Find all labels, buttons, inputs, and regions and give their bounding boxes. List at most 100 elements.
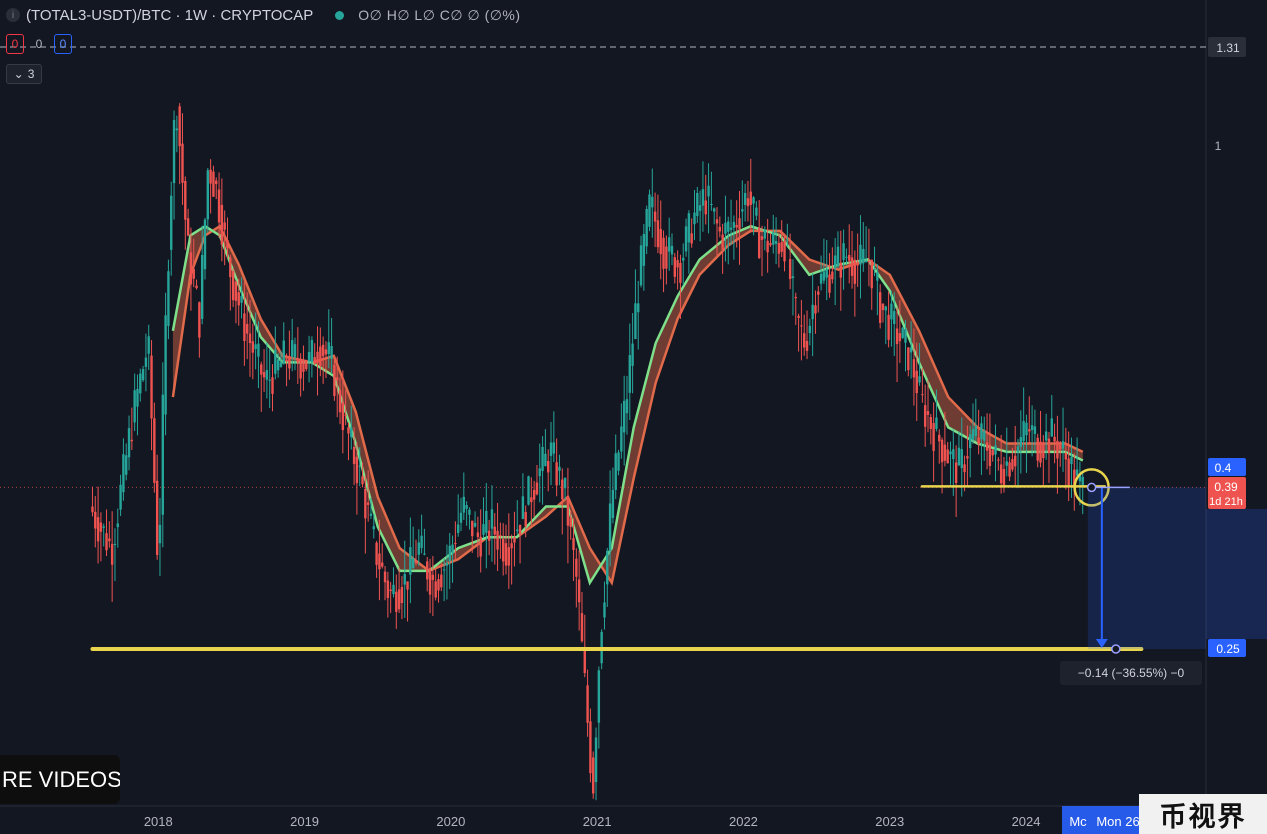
watermark-text: 币视界 [1159, 801, 1247, 833]
candle-body [305, 360, 308, 370]
candle-body [772, 232, 775, 245]
candle-body [676, 260, 679, 268]
candle-body [268, 379, 271, 381]
more-videos-button[interactable]: RE VIDEOS [0, 755, 120, 804]
candle-body [538, 468, 541, 477]
candle-body [127, 428, 131, 458]
candle-body [186, 218, 190, 236]
indicator-count: 3 [27, 67, 35, 81]
candle-body [507, 547, 511, 566]
candle-body [473, 522, 477, 527]
candle-body [510, 543, 513, 549]
candle-body [293, 344, 297, 358]
candle-body [949, 451, 952, 455]
buy-button[interactable]: 0 [54, 34, 72, 54]
candle-body [760, 236, 764, 240]
watermark-logo: 币视界 [1139, 794, 1267, 834]
candle-body [862, 248, 865, 264]
price-label: 0.25 [1216, 642, 1240, 656]
candle-body [878, 292, 882, 323]
candle-body [1022, 421, 1025, 442]
candle-body [938, 434, 941, 442]
candle-body [479, 536, 482, 557]
candle-body [822, 271, 826, 281]
candle-body [251, 341, 255, 353]
candle-body [732, 222, 736, 228]
candle-body [704, 200, 707, 215]
candle-body [136, 388, 139, 407]
candle-body [561, 479, 564, 500]
candle-body [721, 234, 724, 250]
candle-body [96, 517, 100, 542]
candle-body [178, 106, 181, 147]
candle-body [718, 226, 722, 232]
candle-body [980, 423, 983, 440]
candle-body [786, 239, 789, 241]
candle-body [144, 357, 148, 367]
candle-body [338, 389, 342, 413]
candle-body [1033, 426, 1037, 434]
candle-body [547, 460, 550, 473]
price-axis[interactable]: 1.31 1 0.4 0.39 1d 21h 0.25 [1206, 37, 1267, 657]
candle-body [698, 205, 702, 211]
candle-body [997, 459, 1000, 461]
candle-body [108, 538, 111, 542]
candle-body [442, 569, 446, 571]
candle-body [192, 268, 195, 279]
candle-body [200, 255, 204, 319]
candle-body [974, 425, 978, 437]
candle-body [929, 417, 933, 429]
candle-body [701, 189, 705, 206]
candle-body [113, 544, 117, 546]
candle-body [870, 259, 873, 289]
candle-body [1011, 459, 1014, 470]
candle-body [836, 246, 840, 266]
candle-body [513, 537, 516, 543]
candle-body [110, 543, 114, 565]
candle-body [462, 496, 466, 513]
candle-body [189, 252, 193, 285]
candle-body [426, 561, 429, 580]
price-chart[interactable]: −0.14 (−36.55%) −0 1.31 1 0.4 0.39 1d 21h 0.2… [0, 0, 1267, 834]
candle-body [220, 204, 224, 245]
candle-body [586, 685, 589, 723]
candle-body [203, 219, 207, 270]
candle-body [243, 313, 246, 341]
candle-body [369, 513, 373, 516]
candle-body [344, 414, 347, 416]
candle-body [321, 344, 325, 357]
candle-body [549, 442, 553, 456]
candle-body [828, 274, 831, 293]
candle-body [831, 271, 834, 280]
candle-body [440, 574, 443, 588]
candle-body [400, 586, 404, 604]
time-axis-label: 2023 [875, 814, 904, 829]
price-label: 1.31 [1216, 41, 1240, 55]
candle-body [637, 303, 640, 313]
candle-body [434, 581, 437, 598]
candle-body [966, 456, 969, 459]
candle-body [952, 449, 955, 460]
candle-body [1008, 462, 1011, 477]
candle-body [985, 442, 989, 451]
measure-axis-highlight [1206, 509, 1267, 639]
candle-body [459, 512, 463, 523]
time-axis[interactable]: 2018 2019 2020 2021 2022 2023 2024 Mc Mon 26 [144, 806, 1140, 834]
candle-body [994, 445, 997, 455]
candle-body [1047, 438, 1051, 454]
candle-body [1050, 418, 1053, 437]
candle-body [501, 539, 505, 562]
candle-body [532, 489, 536, 500]
candle-body [386, 580, 390, 599]
candle-body [552, 442, 556, 454]
symbol-logo-icon[interactable]: i [6, 8, 20, 22]
candle-body [389, 589, 392, 592]
sell-button[interactable]: 0 [6, 34, 24, 54]
candle-body [544, 453, 547, 467]
countdown-label: 1d 21h [1209, 496, 1243, 508]
time-axis-label: 2021 [583, 814, 612, 829]
symbol-title[interactable]: (TOTAL3-USDT)/BTC · 1W · CRYPTOCAP [26, 7, 313, 24]
candle-body [229, 257, 232, 278]
indicators-collapse-button[interactable]: ⌄ 3 [6, 64, 42, 84]
candle-body [541, 446, 544, 472]
